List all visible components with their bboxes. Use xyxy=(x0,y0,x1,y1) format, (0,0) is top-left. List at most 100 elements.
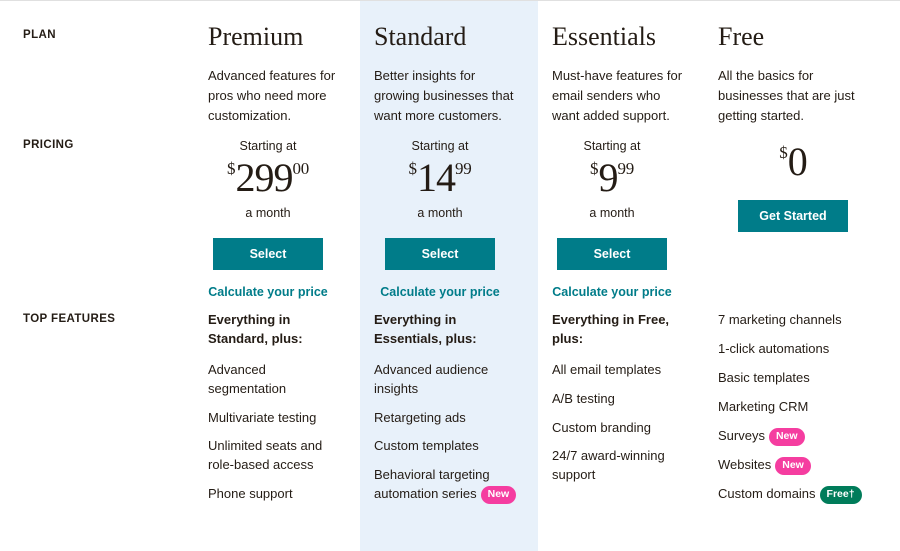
list-item: Behavioral targeting automation series Ne… xyxy=(374,466,520,505)
pricing-table: PLAN Premium Advanced features for pros … xyxy=(0,0,900,514)
price-amount: 299 xyxy=(235,155,294,201)
list-item: Multivariate testing xyxy=(208,409,342,428)
feature-text: Websites xyxy=(718,456,772,472)
price-essentials: $999 xyxy=(538,158,686,198)
pricing-cell-free: $0 Get Started xyxy=(704,126,900,299)
plan-cell-standard: Standard Better insights for growing bus… xyxy=(360,1,538,126)
free-badge: Free† xyxy=(819,486,862,505)
price-amount: 9 xyxy=(598,155,619,201)
feature-text: All email templates xyxy=(552,361,662,377)
plan-cell-free: Free All the basics for businesses that … xyxy=(704,1,900,126)
select-button-standard[interactable]: Select xyxy=(385,238,495,271)
new-badge: New xyxy=(768,427,805,446)
price-standard: $1499 xyxy=(360,158,520,198)
features-cell-standard: Everything in Essentials, plus: Advanced… xyxy=(360,299,538,514)
list-item: Unlimited seats and role-based access xyxy=(208,437,342,475)
feature-text: 7 marketing channels xyxy=(718,312,842,328)
price-free: $0 xyxy=(704,142,882,182)
per-month-premium: a month xyxy=(245,206,291,221)
calculate-price-link-standard[interactable]: Calculate your price xyxy=(360,285,520,299)
feature-text: Retargeting ads xyxy=(374,409,466,425)
calculate-price-link-premium[interactable]: Calculate your price xyxy=(194,285,342,299)
plan-name-standard: Standard xyxy=(374,22,467,51)
feature-text: Marketing CRM xyxy=(718,398,809,414)
feature-list-free: 7 marketing channels 1-click automations… xyxy=(718,299,882,505)
currency-symbol: $ xyxy=(408,159,418,179)
price-amount: 14 xyxy=(417,155,456,201)
plan-description-standard: Better insights for growing businesses t… xyxy=(374,67,514,123)
starting-at-premium: Starting at xyxy=(239,139,297,154)
list-item: Websites New xyxy=(718,456,882,476)
feature-text: Phone support xyxy=(208,486,293,502)
feature-text: Unlimited seats and role-based access xyxy=(208,438,323,473)
starting-at-essentials: Starting at xyxy=(583,139,641,154)
plan-cell-essentials: Essentials Must-have features for email … xyxy=(538,1,704,126)
feature-text: Behavioral targeting automation series xyxy=(374,467,490,502)
row-label-pricing: PRICING xyxy=(23,139,74,152)
new-badge: New xyxy=(480,486,517,505)
select-button-premium[interactable]: Select xyxy=(213,238,323,271)
starting-at-standard: Starting at xyxy=(411,139,469,154)
select-button-essentials[interactable]: Select xyxy=(557,238,667,271)
pricing-cell-essentials: Starting at $999 a month Select Calculat… xyxy=(538,126,704,299)
list-item: Retargeting ads xyxy=(374,409,520,428)
price-premium: $29900 xyxy=(194,158,342,198)
feature-text: Basic templates xyxy=(718,369,810,385)
plan-name-premium: Premium xyxy=(208,22,304,51)
price-cents: 00 xyxy=(292,159,310,179)
plan-name-free: Free xyxy=(718,22,765,51)
features-cell-essentials: Everything in Free, plus: All email temp… xyxy=(538,299,704,514)
pricing-cell-premium: Starting at $29900 a month Select Calcul… xyxy=(194,126,360,299)
feature-text: Custom branding xyxy=(552,419,651,435)
feature-text: Custom templates xyxy=(374,438,479,454)
price-amount: 0 xyxy=(787,139,808,185)
list-item: Advanced segmentation xyxy=(208,361,342,399)
get-started-button-free[interactable]: Get Started xyxy=(738,200,848,233)
features-cell-free: 7 marketing channels 1-click automations… xyxy=(704,299,900,514)
features-cell-premium: Everything in Standard, plus: Advanced s… xyxy=(194,299,360,514)
feature-text: Advanced segmentation xyxy=(208,361,287,396)
plan-description-free: All the basics for businesses that are j… xyxy=(718,67,855,123)
per-month-standard: a month xyxy=(417,206,463,221)
feature-text: Advanced audience insights xyxy=(374,361,489,396)
price-cents: 99 xyxy=(455,159,472,179)
feature-text: A/B testing xyxy=(552,390,615,406)
list-item: Custom branding xyxy=(552,419,686,438)
currency-symbol: $ xyxy=(590,159,599,179)
list-item: All email templates xyxy=(552,361,686,380)
list-item: Custom domains Free† xyxy=(718,485,882,505)
features-heading-essentials: Everything in Free, plus: xyxy=(552,312,670,347)
list-item: Advanced audience insights xyxy=(374,361,520,399)
row-label-top-features: TOP FEATURES xyxy=(23,313,116,326)
features-heading-premium: Everything in Standard, plus: xyxy=(208,312,303,347)
feature-text: 1-click automations xyxy=(718,341,830,357)
plan-name-essentials: Essentials xyxy=(552,22,656,51)
currency-symbol: $ xyxy=(227,159,236,179)
pricing-cell-standard: Starting at $1499 a month Select Calcula… xyxy=(360,126,538,299)
list-item: 7 marketing channels xyxy=(718,311,882,330)
plan-description-essentials: Must-have features for email senders who… xyxy=(552,67,683,123)
feature-list-standard: Everything in Essentials, plus: Advanced… xyxy=(374,299,520,505)
features-heading-standard: Everything in Essentials, plus: xyxy=(374,312,477,347)
currency-symbol: $ xyxy=(779,143,788,163)
list-item: 1-click automations xyxy=(718,340,882,359)
feature-text: Surveys xyxy=(718,427,765,443)
price-cents: 99 xyxy=(617,159,635,179)
list-item: A/B testing xyxy=(552,390,686,409)
feature-text: Multivariate testing xyxy=(208,409,317,425)
feature-text: 24/7 award-winning support xyxy=(552,448,665,483)
list-item: 24/7 award-winning support xyxy=(552,447,686,485)
new-badge: New xyxy=(775,456,811,476)
feature-text: Custom domains xyxy=(718,486,816,502)
plan-description-premium: Advanced features for pros who need more… xyxy=(208,67,336,123)
plan-cell-premium: Premium Advanced features for pros who n… xyxy=(194,1,360,126)
feature-list-essentials: Everything in Free, plus: All email temp… xyxy=(552,299,686,485)
calculate-price-link-essentials[interactable]: Calculate your price xyxy=(538,285,686,299)
row-label-plan: PLAN xyxy=(23,29,56,41)
feature-list-premium: Everything in Standard, plus: Advanced s… xyxy=(208,299,342,504)
list-item: Surveys New xyxy=(718,427,882,446)
list-item: Phone support xyxy=(208,485,342,504)
list-item: Basic templates xyxy=(718,369,882,388)
per-month-essentials: a month xyxy=(589,206,635,221)
list-item: Custom templates xyxy=(374,437,520,456)
